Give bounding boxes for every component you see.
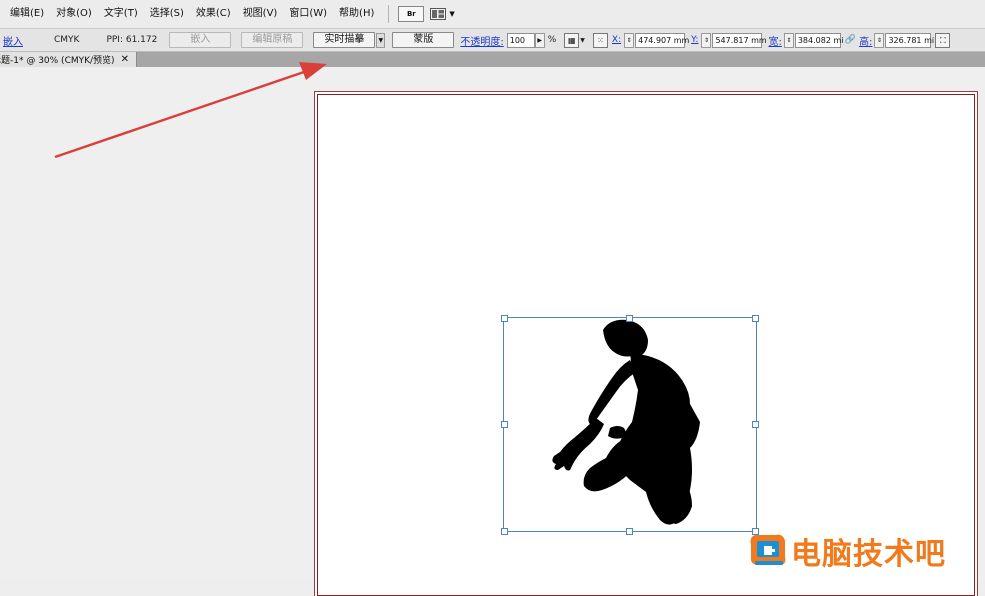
computer-logo-icon <box>750 534 786 565</box>
ppi-readout: PPI: 61.172 <box>106 35 158 45</box>
x-label[interactable]: X: <box>612 35 621 45</box>
chevron-down-icon[interactable]: ▼ <box>580 37 585 44</box>
live-trace-button[interactable]: 实时描摹 <box>313 32 376 48</box>
y-input[interactable]: 547.817 mm <box>712 32 767 48</box>
height-label[interactable]: 高: <box>859 33 872 48</box>
x-input[interactable]: 474.907 mm <box>635 32 689 48</box>
arrange-documents-button[interactable]: ▼ <box>430 5 455 23</box>
resize-handle-w[interactable] <box>501 421 508 428</box>
menu-effect[interactable]: 效果(C) <box>190 0 237 28</box>
close-icon[interactable]: ✕ <box>121 54 129 65</box>
opacity-input[interactable]: 100 <box>506 32 535 48</box>
menu-window[interactable]: 窗口(W) <box>283 0 333 28</box>
opacity-label[interactable]: 不透明度: <box>460 33 503 48</box>
transparency-grid-icon[interactable]: ▦ <box>564 32 580 48</box>
edit-original-button[interactable]: 编辑原稿 <box>241 32 304 48</box>
resize-handle-sw[interactable] <box>501 528 508 535</box>
height-input[interactable]: 326.781 mi <box>885 32 934 48</box>
bridge-icon: Br <box>398 6 425 22</box>
document-tab[interactable]: 标题-1* @ 30% (CMYK/预览) ✕ <box>0 52 137 67</box>
resize-handle-s[interactable] <box>626 528 633 535</box>
menu-object[interactable]: 对象(O) <box>50 0 98 28</box>
width-label[interactable]: 宽: <box>768 33 781 48</box>
control-bar: 嵌入 CMYK PPI: 61.172 嵌入 编辑原稿 实时描摹 ▼ 蒙版 不透… <box>0 29 985 52</box>
opacity-arrow[interactable]: ▶ <box>534 32 545 48</box>
menu-help[interactable]: 帮助(H) <box>333 0 380 28</box>
watermark: 电脑技术吧 <box>745 529 946 573</box>
width-stepper[interactable]: ⇕ <box>783 32 794 48</box>
resize-handle-nw[interactable] <box>501 315 508 322</box>
watermark-text: 电脑技术吧 <box>791 537 946 572</box>
document-tab-title: 标题-1* @ 30% (CMYK/预览) <box>0 56 115 66</box>
resize-handle-ne[interactable] <box>752 315 759 322</box>
chevron-down-icon: ▼ <box>449 10 455 18</box>
width-input[interactable]: 384.082 mi <box>794 32 843 48</box>
menu-edit[interactable]: 编辑(E) <box>4 0 50 28</box>
resize-handle-n[interactable] <box>626 315 633 322</box>
menu-type[interactable]: 文字(T) <box>98 0 144 28</box>
resize-handle-e[interactable] <box>752 421 759 428</box>
embed-button[interactable]: 嵌入 <box>169 32 232 48</box>
menu-separator <box>388 5 390 23</box>
embed-link[interactable]: 嵌入 <box>3 33 23 48</box>
live-trace-options-dropdown[interactable]: ▼ <box>376 32 386 48</box>
color-mode: CMYK <box>54 35 80 45</box>
y-label[interactable]: Y: <box>691 35 698 45</box>
selection-bounding-box[interactable] <box>503 317 757 532</box>
y-stepper[interactable]: ⇕ <box>701 32 712 48</box>
menu-view[interactable]: 视图(V) <box>237 0 284 28</box>
height-stepper[interactable]: ⇕ <box>874 32 885 48</box>
canvas-area[interactable]: 电脑技术吧 <box>0 67 985 596</box>
bridge-button[interactable]: Br <box>398 5 425 23</box>
document-tab-strip: 标题-1* @ 30% (CMYK/预览) ✕ <box>0 52 985 67</box>
menu-select[interactable]: 选择(S) <box>144 0 190 28</box>
arrange-documents-icon <box>430 8 447 20</box>
constrain-proportions-icon[interactable]: 🔗 <box>845 35 856 45</box>
transform-icon[interactable]: ⛶ <box>935 32 951 48</box>
silhouette-image[interactable] <box>0 67 985 579</box>
reference-point-icon[interactable]: ⁙ <box>592 32 608 48</box>
mask-button[interactable]: 蒙版 <box>392 32 455 48</box>
x-stepper[interactable]: ⇕ <box>624 32 635 48</box>
opacity-unit: % <box>547 35 557 45</box>
menu-bar: 编辑(E) 对象(O) 文字(T) 选择(S) 效果(C) 视图(V) 窗口(W… <box>0 0 985 29</box>
